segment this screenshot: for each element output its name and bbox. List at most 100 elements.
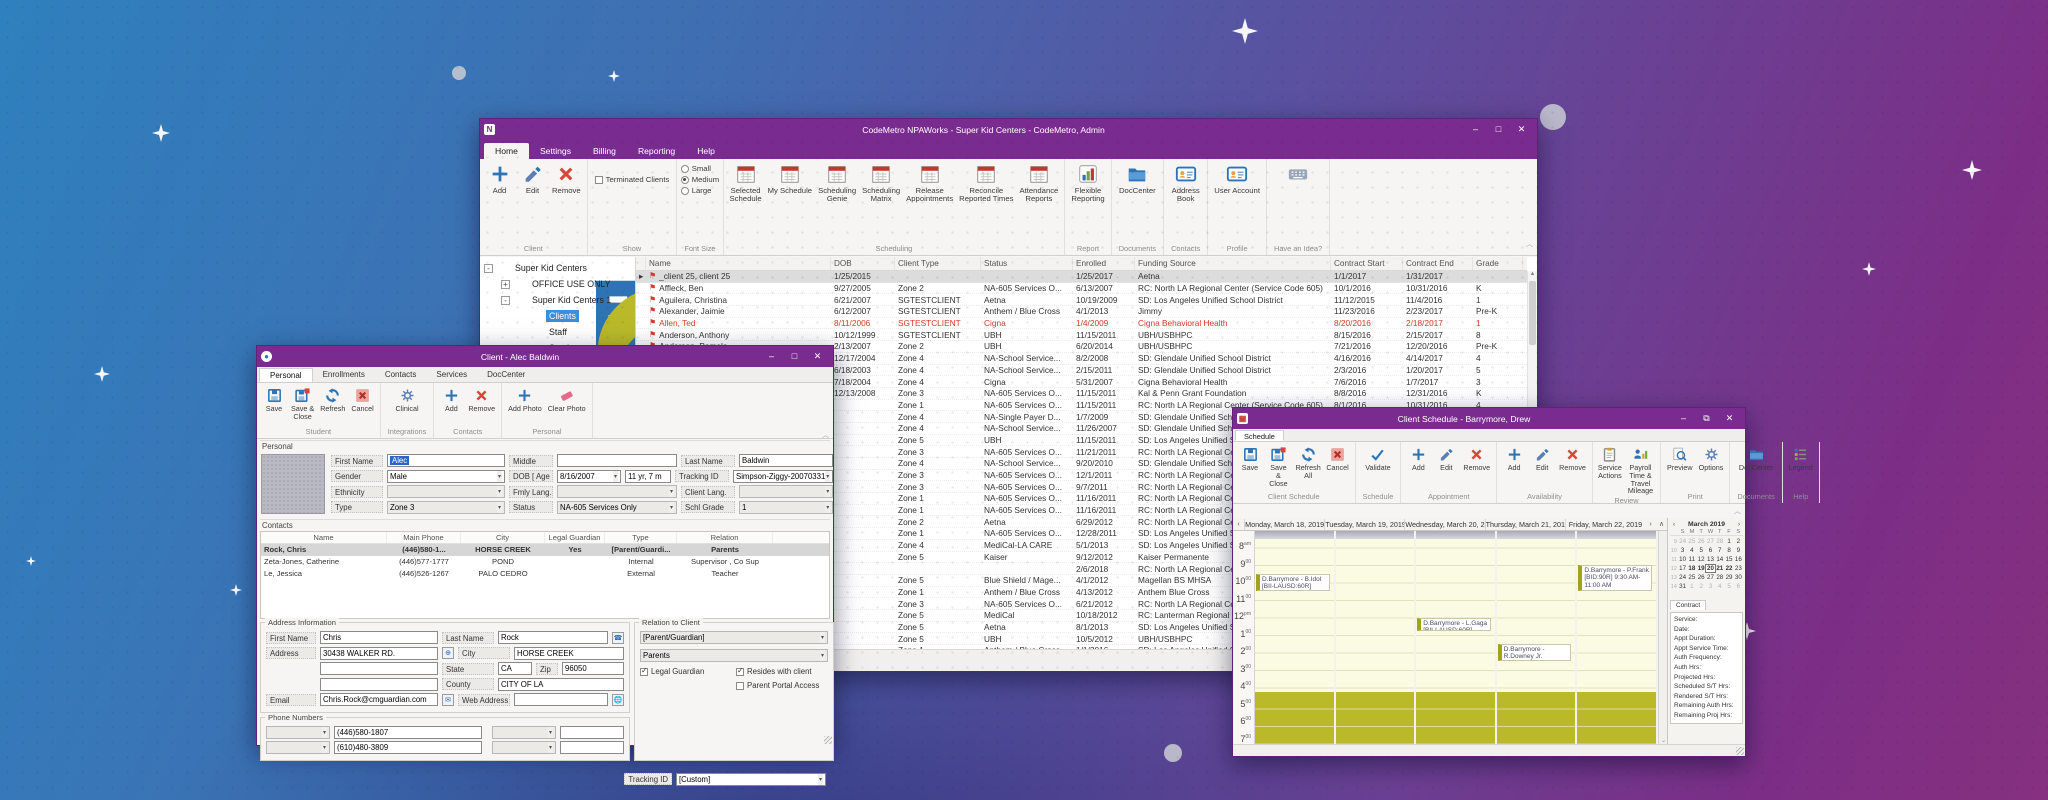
radio-small[interactable]: Small — [681, 164, 719, 173]
ribbon-button-add[interactable]: Add — [1500, 444, 1528, 472]
calendar-day-14[interactable]: 14 — [1715, 556, 1724, 563]
ribbon-button-user-account[interactable]: User Account — [1211, 161, 1263, 195]
radio-large[interactable]: Large — [681, 186, 719, 195]
calendar-day-19[interactable]: 19 — [1697, 565, 1706, 572]
field-county[interactable]: CITY OF LA — [498, 678, 624, 691]
tab-personal[interactable]: Personal — [259, 368, 313, 382]
calendar-day-9[interactable]: 9 — [1734, 547, 1743, 554]
ribbon-button-validate[interactable]: Validate — [1362, 444, 1393, 472]
contacts-column-type[interactable]: Type — [605, 532, 677, 543]
menu-tab-settings[interactable]: Settings — [529, 143, 582, 159]
ribbon-button-release-appointments[interactable]: Release Appointments — [903, 161, 956, 204]
ribbon-button-selected-schedule[interactable]: Selected Schedule — [727, 161, 765, 204]
calendar-day-16[interactable]: 16 — [1734, 556, 1743, 563]
schedule-vertical-scrollbar[interactable]: ⌄ — [1658, 531, 1667, 744]
column-header-status[interactable]: Status — [981, 257, 1073, 270]
field-web-address[interactable] — [514, 693, 608, 706]
calendar-day-21[interactable]: 21 — [1715, 565, 1724, 572]
close-button[interactable]: ✕ — [1718, 408, 1741, 429]
phone-number-field[interactable]: (446)580-1807 — [334, 726, 482, 739]
menu-tab-reporting[interactable]: Reporting — [627, 143, 686, 159]
ribbon-button-remove[interactable]: Remove — [1556, 444, 1589, 472]
ribbon-button-clinical[interactable]: Clinical — [392, 385, 421, 413]
calendar-day-29[interactable]: 29 — [1724, 574, 1733, 581]
tree-expander-icon[interactable]: - — [501, 296, 510, 305]
ribbon-button-refresh-all[interactable]: Refresh All — [1293, 444, 1324, 480]
phone-type-select[interactable]: ▾ — [266, 741, 330, 754]
ribbon-button-attendance-reports[interactable]: Attendance Reports — [1016, 161, 1061, 204]
contact-row[interactable]: Zeta-Jones, Catherine(446)577-1777PONDIn… — [261, 556, 829, 568]
day-header-wednesday[interactable]: Wednesday, March 20, 2019 — [1404, 519, 1484, 530]
calendar-day-12[interactable]: 12 — [1697, 556, 1706, 563]
phone-type-select[interactable]: ▾ — [266, 726, 330, 739]
phone-type-select[interactable]: ▾ — [492, 726, 556, 739]
field-first-name[interactable]: Chris — [320, 631, 438, 644]
ribbon-button-doccenter[interactable]: DocCenter — [1736, 444, 1776, 472]
client-photo-placeholder[interactable] — [261, 454, 325, 514]
field-schl-grade[interactable]: 1▾ — [739, 501, 833, 514]
ribbon-button-edit[interactable]: Edit — [516, 161, 549, 195]
calendar-day-2[interactable]: 2 — [1734, 538, 1743, 545]
calendar-day-25[interactable]: 25 — [1687, 538, 1696, 545]
field-status[interactable]: NA-605 Services Only▾ — [557, 501, 677, 514]
ribbon-button-edit[interactable]: Edit — [1432, 444, 1460, 472]
day-column-1[interactable] — [1336, 531, 1417, 744]
tracking-id-select[interactable]: [Custom] ▾ — [676, 773, 826, 786]
column-header-name[interactable]: Name — [646, 257, 831, 270]
ribbon-button-add-photo[interactable]: Add Photo — [505, 385, 545, 413]
table-row[interactable]: ⚑Aguilera, Christina6/21/2007SGTESTCLIEN… — [636, 294, 1527, 306]
minimize-button[interactable]: – — [760, 346, 783, 367]
ribbon-button-remove[interactable]: Remove — [1460, 444, 1493, 472]
column-header-client-type[interactable]: Client Type — [895, 257, 981, 270]
calendar-day-20[interactable]: 20 — [1706, 565, 1715, 572]
calendar-day-27[interactable]: 27 — [1706, 574, 1715, 581]
appointment[interactable]: D.Barrymore - B.Idol [BII-LAUSD:60R] 10:… — [1256, 574, 1330, 591]
ribbon-button-kbd[interactable] — [1282, 161, 1315, 187]
calendar-day-28[interactable]: 28 — [1715, 538, 1724, 545]
calendar-day-4[interactable]: 4 — [1687, 547, 1696, 554]
day-column-2[interactable]: D.Barrymore - L.Gaga [BII-LAUSD:60R] 12:… — [1416, 531, 1497, 744]
ribbon-button-scheduling-matrix[interactable]: Scheduling Matrix — [859, 161, 903, 204]
minimize-button[interactable]: – — [1672, 408, 1695, 429]
day-header-thursday[interactable]: Thursday, March 21, 2019 — [1485, 519, 1565, 530]
day-column-4[interactable]: D.Barrymore - P.Frank [BID:90R] 9:30 AM-… — [1577, 531, 1658, 744]
contact-row[interactable]: Rock, Chris(446)580-1...HORSE CREEKYes[P… — [261, 544, 829, 556]
contacts-column-relation[interactable]: Relation — [677, 532, 773, 543]
field-middle[interactable] — [557, 454, 677, 467]
ribbon-button-edit[interactable]: Edit — [1528, 444, 1556, 472]
table-row[interactable]: ⚑Alexander, Jaimie6/12/2007SGTESTCLIENTA… — [636, 306, 1527, 318]
maximize-button[interactable]: ⧉ — [1695, 408, 1718, 429]
maximize-button[interactable]: □ — [1487, 119, 1510, 140]
tab-services[interactable]: Services — [426, 368, 477, 382]
ribbon-button-add[interactable]: Add — [437, 385, 465, 413]
calendar-day-31[interactable]: 31 — [1678, 583, 1687, 590]
calendar-prev-icon[interactable]: ‹ — [1670, 521, 1678, 528]
phone-number-field[interactable] — [560, 741, 624, 754]
ribbon-button-address-book[interactable]: Address Book — [1169, 161, 1203, 204]
contract-tab[interactable]: Contract — [1670, 600, 1706, 610]
calendar-day-24[interactable]: 24 — [1678, 538, 1687, 545]
lookup-icon[interactable]: ✉ — [442, 694, 454, 706]
column-header-funding-source[interactable]: Funding Source — [1135, 257, 1331, 270]
contacts-column-city[interactable]: City — [461, 532, 545, 543]
contacts-column-legal-guardian[interactable]: Legal Guardian — [545, 532, 605, 543]
ribbon-button-reconcile-reported-times[interactable]: Reconcile Reported Times — [956, 161, 1016, 204]
minimize-button[interactable]: – — [1464, 119, 1487, 140]
ribbon-button-flexible-reporting[interactable]: Flexible Reporting — [1068, 161, 1107, 204]
calendar-day-28[interactable]: 28 — [1715, 574, 1724, 581]
calendar-day-22[interactable]: 22 — [1724, 565, 1733, 572]
checkbox-terminated-clients[interactable]: Terminated Clients — [591, 161, 674, 184]
column-header-contract-end[interactable]: Contract End — [1403, 257, 1473, 270]
calendar-day-23[interactable]: 23 — [1734, 565, 1743, 572]
column-header-dob[interactable]: DOB — [831, 257, 895, 270]
phone-type-select[interactable]: ▾ — [492, 741, 556, 754]
ribbon-button-my-schedule[interactable]: My Schedule — [765, 161, 815, 195]
day-column-0[interactable]: D.Barrymore - B.Idol [BII-LAUSD:60R] 10:… — [1255, 531, 1336, 744]
ribbon-button-refresh[interactable]: Refresh — [317, 385, 348, 413]
field-tracking-id[interactable]: Simpson-Ziggy-20070331▾ — [733, 470, 833, 483]
day-header-monday[interactable]: Monday, March 18, 2019 — [1244, 519, 1324, 530]
field-last-name[interactable]: Rock — [498, 631, 608, 644]
column-header-contract-start[interactable]: Contract Start — [1331, 257, 1403, 270]
maximize-button[interactable]: □ — [783, 346, 806, 367]
appointment[interactable]: D.Barrymore - P.Frank [BID:90R] 9:30 AM-… — [1578, 565, 1652, 590]
